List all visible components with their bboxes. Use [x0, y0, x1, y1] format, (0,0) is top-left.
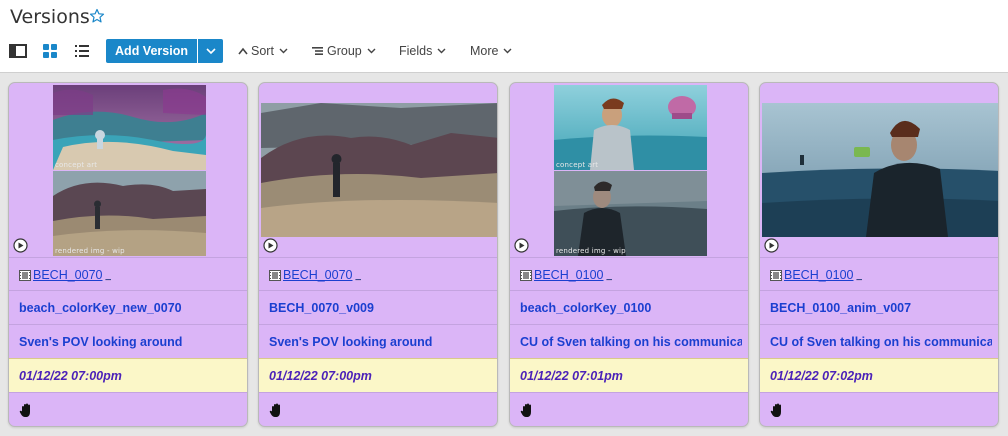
group-icon	[312, 47, 323, 55]
film-icon	[19, 269, 31, 281]
version-name-link[interactable]: BECH_0070_v009	[269, 301, 374, 315]
hand-icon[interactable]	[770, 403, 784, 418]
shot-field: BECH_0100 _	[510, 257, 748, 290]
version-name-field: BECH_0100_anim_v007	[760, 290, 998, 324]
shot-name: BECH_0070	[283, 268, 353, 282]
status-field	[9, 392, 247, 426]
more-menu[interactable]: More	[470, 44, 512, 58]
chevron-down-icon	[503, 48, 512, 54]
hand-icon[interactable]	[19, 403, 33, 418]
description-text[interactable]: CU of Sven talking on his communicato	[520, 335, 742, 349]
shot-link[interactable]: BECH_0100 _	[520, 268, 612, 282]
version-card[interactable]: BECH_0070 _ BECH_0070_v009 Sven's POV loo…	[258, 82, 498, 427]
render-image: rendered img - wip	[554, 171, 707, 256]
hand-icon[interactable]	[520, 403, 534, 418]
version-name-link[interactable]: BECH_0100_anim_v007	[770, 301, 911, 315]
description-text[interactable]: Sven's POV looking around	[19, 335, 182, 349]
date-created: 01/12/22 07:00pm	[269, 369, 372, 383]
image-caption: concept art	[55, 161, 98, 169]
status-field	[259, 392, 497, 426]
shot-link[interactable]: BECH_0070 _	[19, 268, 111, 282]
thumbnail[interactable]: concept art rendered img - wip	[510, 83, 748, 258]
date-created: 01/12/22 07:00pm	[19, 369, 122, 383]
thumbnail[interactable]	[259, 83, 497, 258]
chevron-down-icon	[367, 48, 376, 54]
date-created: 01/12/22 07:02pm	[770, 369, 873, 383]
shot-name: BECH_0070	[33, 268, 103, 282]
image-caption: rendered img - wip	[55, 247, 125, 255]
version-name-field: BECH_0070_v009	[259, 290, 497, 324]
render-image	[762, 103, 998, 237]
version-name-field: beach_colorKey_0100	[510, 290, 748, 324]
status-field	[760, 392, 998, 426]
film-icon	[520, 269, 532, 281]
version-name-link[interactable]: beach_colorKey_new_0070	[19, 301, 182, 315]
description-text[interactable]: CU of Sven talking on his communicato	[770, 335, 992, 349]
sort-menu[interactable]: Sort	[238, 44, 288, 58]
shot-link[interactable]: BECH_0100 _	[770, 268, 862, 282]
thumbnail[interactable]	[760, 83, 998, 258]
play-icon[interactable]	[764, 238, 779, 253]
image-caption: rendered img - wip	[556, 247, 626, 255]
concept-art-image: concept art	[53, 85, 206, 170]
version-card[interactable]: concept art rendered img - wip	[8, 82, 248, 427]
description-field: CU of Sven talking on his communicato	[510, 324, 748, 358]
version-card[interactable]: concept art rendered img - wip	[509, 82, 749, 427]
image-caption: concept art	[556, 161, 599, 169]
render-image: rendered img - wip	[53, 171, 206, 256]
version-name-field: beach_colorKey_new_0070	[9, 290, 247, 324]
add-version-button[interactable]: Add Version	[106, 39, 197, 63]
date-field: 01/12/22 07:02pm	[760, 358, 998, 392]
date-field: 01/12/22 07:00pm	[9, 358, 247, 392]
chevron-down-icon	[279, 48, 288, 54]
fields-label: Fields	[399, 44, 433, 58]
add-version-dropdown-button[interactable]	[198, 39, 223, 63]
more-label: More	[470, 44, 499, 58]
shot-name: BECH_0100	[534, 268, 604, 282]
play-icon[interactable]	[263, 238, 278, 253]
chevron-down-icon	[205, 47, 216, 54]
description-field: Sven's POV looking around	[9, 324, 247, 358]
film-icon	[770, 269, 782, 281]
chevron-down-icon	[437, 48, 446, 54]
shot-field: BECH_0100 _	[760, 257, 998, 290]
play-icon[interactable]	[514, 238, 529, 253]
shot-field: BECH_0070 _	[259, 257, 497, 290]
group-menu[interactable]: Group	[312, 44, 376, 58]
version-card[interactable]: BECH_0100 _ BECH_0100_anim_v007 CU of Sve…	[759, 82, 999, 427]
film-icon	[269, 269, 281, 281]
status-field	[510, 392, 748, 426]
fields-menu[interactable]: Fields	[399, 44, 446, 58]
thumbnail-view-icon[interactable]	[41, 42, 59, 60]
play-icon[interactable]	[13, 238, 28, 253]
sort-icon	[238, 47, 248, 55]
star-icon[interactable]	[89, 8, 105, 24]
date-created: 01/12/22 07:01pm	[520, 369, 623, 383]
sort-label: Sort	[251, 44, 274, 58]
concept-art-image: concept art	[554, 85, 707, 170]
description-field: Sven's POV looking around	[259, 324, 497, 358]
description-field: CU of Sven talking on his communicato	[760, 324, 998, 358]
header: Versions Add Version Sort Group Fields M…	[0, 0, 1008, 72]
shot-field: BECH_0070 _	[9, 257, 247, 290]
group-label: Group	[327, 44, 362, 58]
render-image	[261, 103, 497, 237]
description-text[interactable]: Sven's POV looking around	[269, 335, 432, 349]
panel-view-icon[interactable]	[9, 42, 27, 60]
shot-link[interactable]: BECH_0070 _	[269, 268, 361, 282]
page-title: Versions	[10, 6, 90, 28]
shot-name: BECH_0100	[784, 268, 854, 282]
version-name-link[interactable]: beach_colorKey_0100	[520, 301, 651, 315]
date-field: 01/12/22 07:00pm	[259, 358, 497, 392]
list-view-icon[interactable]	[73, 42, 91, 60]
date-field: 01/12/22 07:01pm	[510, 358, 748, 392]
hand-icon[interactable]	[269, 403, 283, 418]
thumbnail[interactable]: concept art rendered img - wip	[9, 83, 247, 258]
